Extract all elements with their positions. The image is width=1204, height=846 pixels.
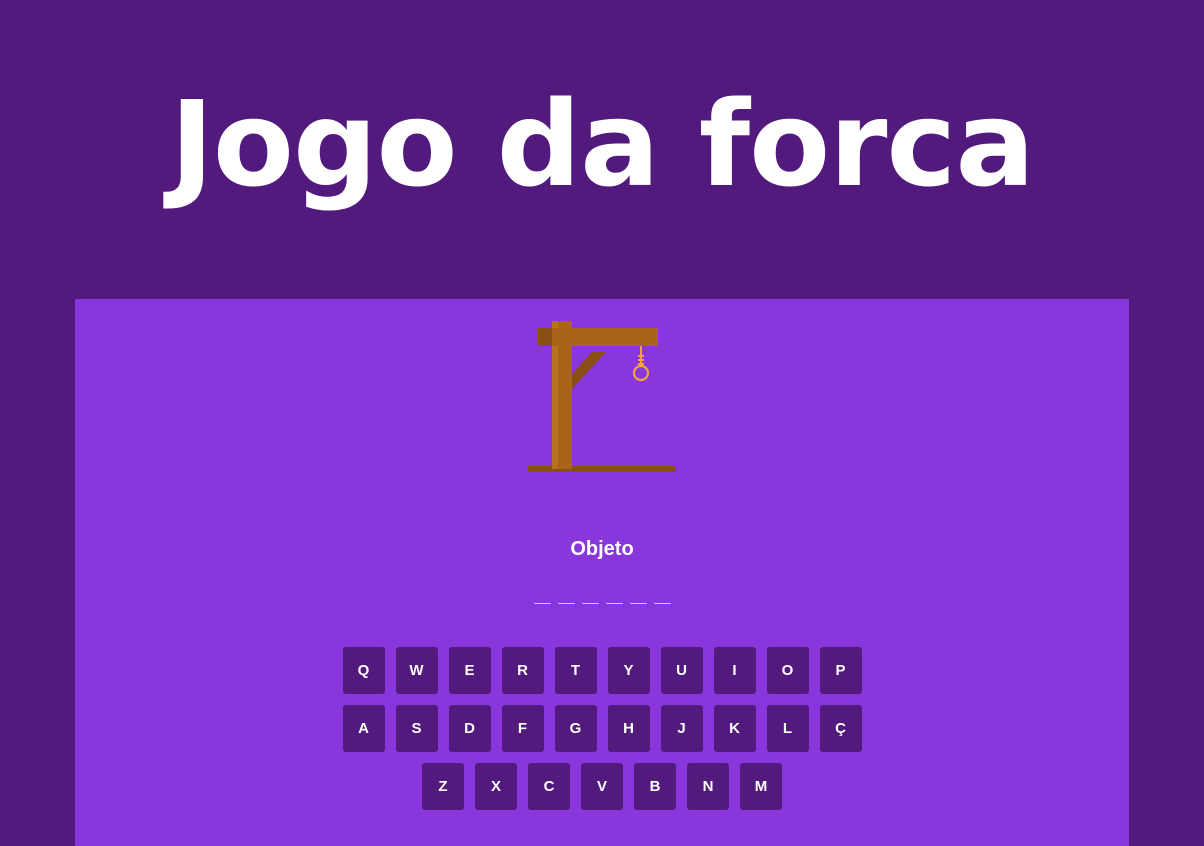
key-q[interactable]: Q xyxy=(342,647,385,694)
key-b[interactable]: B xyxy=(634,763,676,810)
key-g[interactable]: G xyxy=(554,705,597,752)
letter-slot xyxy=(533,589,551,604)
page-title: Jogo da forca xyxy=(170,75,1035,213)
game-panel: Objeto QWERTYUIOP ASDFGHJKLÇ ZXCVBNM xyxy=(75,299,1129,846)
word-category: Objeto xyxy=(570,538,634,560)
key-k[interactable]: K xyxy=(713,705,756,752)
hidden-word xyxy=(75,589,1129,604)
key-x[interactable]: X xyxy=(475,763,517,810)
key-j[interactable]: J xyxy=(660,705,703,752)
key-u[interactable]: U xyxy=(660,647,703,694)
letter-slot xyxy=(653,589,671,604)
key-y[interactable]: Y xyxy=(607,647,650,694)
key-p[interactable]: P xyxy=(819,647,862,694)
key-z[interactable]: Z xyxy=(422,763,464,810)
key-h[interactable]: H xyxy=(607,705,650,752)
virtual-keyboard: QWERTYUIOP ASDFGHJKLÇ ZXCVBNM xyxy=(75,647,1129,821)
letter-slot xyxy=(581,589,599,604)
key-d[interactable]: D xyxy=(448,705,491,752)
key-m[interactable]: M xyxy=(740,763,782,810)
keyboard-row: ZXCVBNM xyxy=(75,763,1129,810)
key-o[interactable]: O xyxy=(766,647,809,694)
key-l[interactable]: L xyxy=(766,705,809,752)
key-ç[interactable]: Ç xyxy=(819,705,862,752)
keyboard-row: ASDFGHJKLÇ xyxy=(75,705,1129,752)
gallows-icon xyxy=(528,321,676,472)
key-a[interactable]: A xyxy=(342,705,385,752)
letter-slot xyxy=(557,589,575,604)
key-w[interactable]: W xyxy=(395,647,438,694)
letter-slot xyxy=(629,589,647,604)
key-n[interactable]: N xyxy=(687,763,729,810)
key-e[interactable]: E xyxy=(448,647,491,694)
keyboard-row: QWERTYUIOP xyxy=(75,647,1129,694)
key-f[interactable]: F xyxy=(501,705,544,752)
key-s[interactable]: S xyxy=(395,705,438,752)
key-r[interactable]: R xyxy=(501,647,544,694)
key-v[interactable]: V xyxy=(581,763,623,810)
letter-slot xyxy=(605,589,623,604)
key-t[interactable]: T xyxy=(554,647,597,694)
key-i[interactable]: I xyxy=(713,647,756,694)
key-c[interactable]: C xyxy=(528,763,570,810)
